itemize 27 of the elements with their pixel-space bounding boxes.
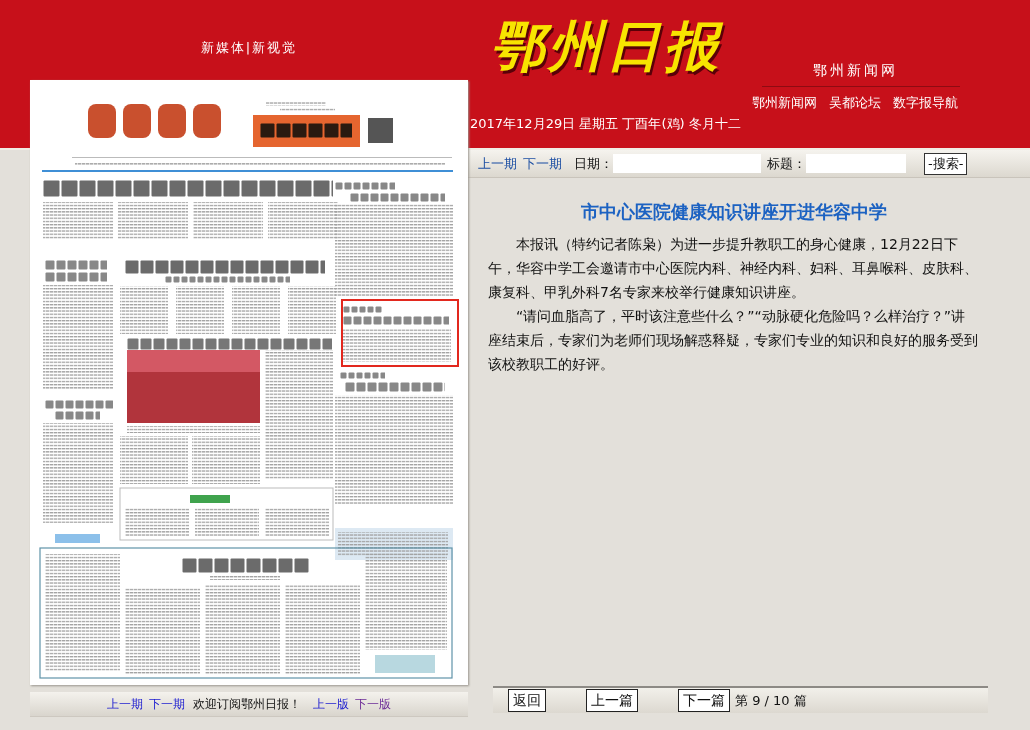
header-link[interactable]: 鄂州新闻网 [752,95,817,110]
article-nav-button[interactable]: 返回 [508,689,546,712]
slogan-text: 新媒体|新视觉 [200,40,298,55]
search-button[interactable]: -搜索- [924,152,968,175]
site-name: 鄂州新闻网 [811,62,899,78]
welcome-text: 欢迎订阅鄂州日报！ [193,695,301,713]
article-title: 市中心医院健康知识讲座开进华容中学 [580,200,888,224]
issue-link[interactable]: 上一期 [478,154,517,173]
title-field[interactable] [806,154,906,173]
nav-link[interactable]: 下一期 [149,695,185,713]
header-link[interactable]: 数字报导航 [893,95,958,110]
title-label: 标题： [767,154,806,173]
newspaper-logo: 鄂州日报 [490,14,722,78]
date-label: 日期： [574,154,613,173]
article-highlight-frame[interactable] [341,299,459,367]
article-nav-button[interactable]: 下一篇 [678,689,730,712]
date-text: 2017年12月29日 星期五 丁酉年(鸡) 冬月十二 [470,116,741,131]
article-paragraph: 本报讯（特约记者陈枭）为进一步提升教职工的身心健康，12月22日下午，华容中学工会邀请市中心医院内科、神经内科、妇科、耳鼻喉科、皮肤科、康复科、甲乳外科7名专家来校举行健康知识讲座。 [488,235,978,302]
nav-link[interactable]: 上一版 [313,695,349,713]
nav-link[interactable]: 上一期 [107,695,143,713]
header-link[interactable]: 吴都论坛 [829,95,881,110]
page-position-text: 第 9 / 10 篇 [735,691,807,710]
issue-link[interactable]: 下一期 [523,154,562,173]
article-nav-button[interactable]: 上一篇 [586,689,638,712]
article-paragraph: “请问血脂高了，平时该注意些什么？”“动脉硬化危险吗？么样治疗？”讲座结束后，专家们为老师们现场解惑释疑，专家们专业的知识和良好的服务受到该校教职工的好评。 [488,307,978,374]
nav-link[interactable]: 下一版 [355,695,391,713]
date-field[interactable] [613,154,761,173]
